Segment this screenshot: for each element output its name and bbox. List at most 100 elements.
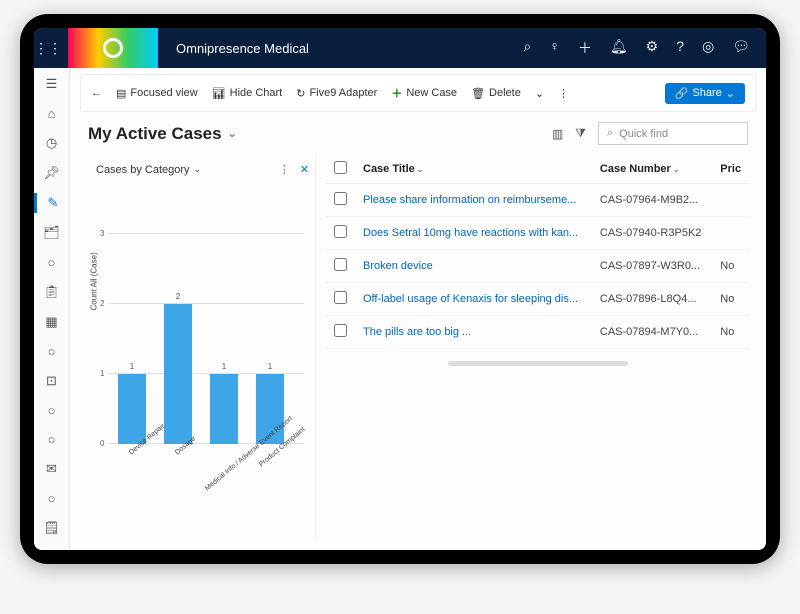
adapter-button[interactable]: ↻ Five9 Adapter: [296, 87, 377, 100]
cell-title[interactable]: Please share information on reimburseme.…: [355, 184, 592, 217]
cell-prio: [712, 184, 750, 217]
rail-item-16[interactable]: 👤︎: [34, 548, 69, 550]
main-area: ← ▤Focused view 📊︎Hide Chart ↻ Five9 Adap…: [70, 68, 766, 550]
bar-0-val: 1: [118, 362, 146, 371]
back-button[interactable]: ←: [91, 87, 102, 99]
focused-icon: ▤: [116, 87, 126, 100]
rail-recent-icon[interactable]: ◷: [34, 133, 69, 153]
rail-item-8[interactable]: ▦: [34, 312, 69, 332]
header-checkbox[interactable]: [326, 155, 355, 184]
row-checkbox[interactable]: [334, 324, 347, 337]
command-bar: ← ▤Focused view 📊︎Hide Chart ↻ Five9 Adap…: [80, 74, 756, 112]
body: ☰ ⌂ ◷ 📌︎ ✎ 🗂︎ ○ 📋︎ ▦ ○ ⊡ ○ ○ ✉ ○ 🗒︎ 👤︎ ▭…: [34, 68, 766, 550]
focused-view-button[interactable]: ▤Focused view: [116, 87, 198, 100]
cell-title[interactable]: Off-label usage of Kenaxis for sleeping …: [355, 283, 592, 316]
chart-y-axis-label: Count All (Case): [90, 252, 99, 310]
help-icon[interactable]: ?: [676, 38, 684, 58]
table-row[interactable]: Broken device CAS-07897-W3R0... No: [326, 250, 750, 283]
rail-item-15[interactable]: 🗒︎: [34, 518, 69, 538]
table-row[interactable]: Please share information on reimburseme.…: [326, 184, 750, 217]
rail-item-12[interactable]: ○: [34, 430, 69, 449]
adapter-label: Five9 Adapter: [309, 87, 377, 99]
bar-1-val: 2: [164, 292, 192, 301]
share-icon: 🔗: [675, 87, 689, 100]
cell-title[interactable]: Does Setral 10mg have reactions with kan…: [355, 217, 592, 250]
col-priority[interactable]: Pric: [712, 155, 750, 184]
table-panel: Case Title⌄ Case Number⌄ Pric Please sha…: [326, 155, 750, 540]
rail-pin-icon[interactable]: 📌︎: [34, 163, 69, 183]
delete-button[interactable]: 🗑︎Delete: [471, 87, 521, 100]
rail-home-icon[interactable]: ⌂: [34, 104, 69, 123]
col-case-title[interactable]: Case Title⌄: [355, 155, 592, 184]
ytick-3: 3: [100, 229, 104, 238]
view-title-text: My Active Cases: [88, 124, 222, 144]
table-row[interactable]: Off-label usage of Kenaxis for sleeping …: [326, 283, 750, 316]
horizontal-scrollbar[interactable]: [448, 361, 628, 366]
search-icon[interactable]: ⌕: [524, 38, 532, 58]
table-row[interactable]: Does Setral 10mg have reactions with kan…: [326, 217, 750, 250]
row-checkbox[interactable]: [334, 291, 347, 304]
target-icon[interactable]: ◎: [702, 38, 714, 58]
col-case-number[interactable]: Case Number⌄: [592, 155, 712, 184]
app-title: Omnipresence Medical: [176, 41, 524, 56]
cell-title[interactable]: The pills are too big ...: [355, 316, 592, 349]
hide-chart-button[interactable]: 📊︎Hide Chart: [212, 87, 283, 100]
bar-0[interactable]: 1: [118, 374, 146, 444]
new-case-label: New Case: [406, 87, 457, 99]
rail-item-11[interactable]: ○: [34, 401, 69, 420]
cell-number: CAS-07940-R3P5K2: [592, 217, 712, 250]
rail-item-10[interactable]: ⊡: [34, 371, 69, 391]
chart-panel: Cases by Category ⌄ ⋮ ✕ Count All (Case): [86, 155, 316, 540]
chart-title[interactable]: Cases by Category: [96, 164, 190, 176]
refresh-icon: ↻: [296, 87, 305, 100]
brand-circle-icon: [103, 38, 123, 58]
table-row[interactable]: The pills are too big ... CAS-07894-M7Y0…: [326, 316, 750, 349]
column-options-icon[interactable]: ▥: [552, 127, 563, 141]
rail-item-14[interactable]: ○: [34, 489, 69, 508]
row-checkbox[interactable]: [334, 192, 347, 205]
bar-3-val: 1: [256, 362, 284, 371]
bar-1[interactable]: 2: [164, 304, 192, 444]
cell-number: CAS-07896-L8Q4...: [592, 283, 712, 316]
row-checkbox[interactable]: [334, 225, 347, 238]
brand-logo: [68, 28, 158, 68]
share-button[interactable]: 🔗Share ⌄: [665, 83, 745, 104]
chat-icon[interactable]: 💬︎: [732, 38, 750, 58]
chart-overflow-icon[interactable]: ⋮: [279, 163, 290, 176]
cell-number: CAS-07897-W3R0...: [592, 250, 712, 283]
delete-label: Delete: [489, 87, 521, 99]
view-title[interactable]: My Active Cases ⌄: [88, 124, 237, 144]
cell-number: CAS-07894-M7Y0...: [592, 316, 712, 349]
bar-2-val: 1: [210, 362, 238, 371]
cell-title[interactable]: Broken device: [355, 250, 592, 283]
chevron-down-icon: ⌄: [228, 127, 237, 140]
cell-prio: No: [712, 283, 750, 316]
new-case-button[interactable]: ＋New Case: [391, 85, 457, 101]
bar-2[interactable]: 1: [210, 374, 238, 444]
overflow-button[interactable]: ⋮: [558, 87, 569, 100]
ytick-0: 0: [100, 439, 104, 448]
rail-menu-icon[interactable]: ☰: [34, 74, 69, 94]
plus-icon[interactable]: ＋: [578, 38, 592, 58]
left-rail: ☰ ⌂ ◷ 📌︎ ✎ 🗂︎ ○ 📋︎ ▦ ○ ⊡ ○ ○ ✉ ○ 🗒︎ 👤︎ ▭…: [34, 68, 70, 550]
chevron-down-icon[interactable]: ⌄: [194, 164, 202, 175]
waffle-icon[interactable]: ⋮⋮⋮: [34, 40, 68, 57]
ytick-1: 1: [100, 369, 104, 378]
delete-chevron[interactable]: ⌄: [535, 87, 544, 100]
row-checkbox[interactable]: [334, 258, 347, 271]
gear-icon[interactable]: ⚙: [646, 38, 659, 58]
rail-item-13[interactable]: ✉: [34, 459, 69, 479]
rail-item-5[interactable]: 🗂︎: [34, 223, 69, 243]
lightbulb-icon[interactable]: ♀: [549, 38, 560, 58]
top-nav-bar: ⋮⋮⋮ Omnipresence Medical ⌕ ♀ ＋ 🔔︎ ⚙ ? ◎ …: [34, 28, 766, 68]
quick-find-box[interactable]: ⌕ Quick find: [598, 122, 748, 145]
rail-cases-icon[interactable]: ✎: [34, 193, 69, 213]
bell-icon[interactable]: 🔔︎: [610, 38, 628, 58]
rail-item-6[interactable]: ○: [34, 253, 69, 272]
tablet-frame: ⋮⋮⋮ Omnipresence Medical ⌕ ♀ ＋ 🔔︎ ⚙ ? ◎ …: [20, 14, 780, 564]
share-label: Share: [692, 87, 721, 99]
chart-close-icon[interactable]: ✕: [300, 163, 309, 176]
filter-icon[interactable]: ⧩: [575, 126, 586, 141]
rail-item-9[interactable]: ○: [34, 342, 69, 361]
rail-item-7[interactable]: 📋︎: [34, 282, 69, 302]
